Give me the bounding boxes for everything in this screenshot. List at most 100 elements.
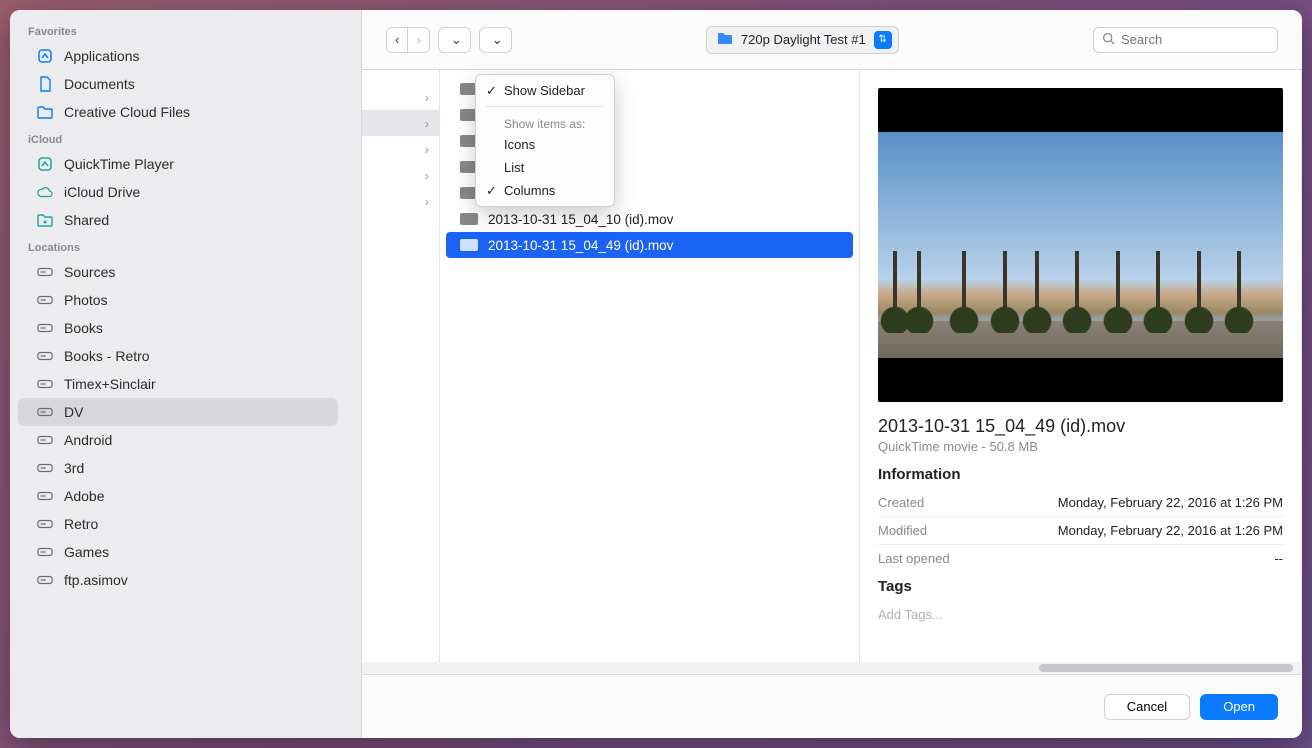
info-value: Monday, February 22, 2016 at 1:26 PM: [1058, 523, 1283, 538]
parent-folder-row[interactable]: ›: [362, 84, 439, 110]
search-field[interactable]: [1093, 27, 1278, 53]
sidebar-item[interactable]: Creative Cloud Files: [18, 98, 338, 126]
sidebar-item[interactable]: Adobe: [18, 482, 338, 510]
parent-folder-column[interactable]: › › › › ›: [362, 70, 440, 674]
parent-folder-row[interactable]: ›: [362, 188, 439, 214]
shared-icon: [36, 212, 54, 228]
sidebar-heading-icloud: iCloud: [10, 126, 346, 150]
sidebar-item-label: Timex+Sinclair: [64, 376, 156, 392]
sidebar-item[interactable]: Retro: [18, 510, 338, 538]
info-key: Modified: [878, 523, 927, 538]
file-name: 2013-10-31 15_04_49 (id).mov: [488, 238, 673, 253]
parent-folder-row[interactable]: ›: [362, 110, 439, 136]
menu-separator: [486, 106, 604, 107]
folder-icon: [717, 32, 733, 47]
forward-button[interactable]: ›: [407, 28, 428, 52]
sidebar-item-label: Sources: [64, 264, 115, 280]
video-thumb-icon: [460, 239, 478, 251]
drive-icon: [36, 460, 54, 476]
menu-icons[interactable]: Icons: [476, 133, 614, 156]
sidebar-item-label: Photos: [64, 292, 108, 308]
chevron-down-icon: ⌄: [451, 32, 462, 48]
preview-subtitle: QuickTime movie - 50.8 MB: [878, 439, 1283, 454]
search-input[interactable]: [1121, 32, 1269, 47]
sidebar-item-label: 3rd: [64, 460, 84, 476]
sidebar-item[interactable]: Photos: [18, 286, 338, 314]
view-mode-button[interactable]: ⌄: [438, 27, 471, 53]
info-value: Monday, February 22, 2016 at 1:26 PM: [1058, 495, 1283, 510]
chevron-left-icon: ‹: [395, 32, 399, 47]
menu-heading: Show items as:: [476, 111, 614, 133]
sidebar-item[interactable]: Applications: [18, 42, 338, 70]
dialog-footer: Cancel Open: [362, 674, 1302, 738]
sidebar-item-label: Applications: [64, 48, 140, 64]
info-key: Last opened: [878, 551, 950, 566]
parent-folder-row[interactable]: ›: [362, 136, 439, 162]
horizontal-scrollbar[interactable]: [362, 662, 1302, 674]
chevron-right-icon: ›: [425, 116, 429, 131]
drive-icon: [36, 348, 54, 364]
columns-view-icon: ⌄: [439, 28, 470, 52]
sidebar-item-label: Adobe: [64, 488, 104, 504]
open-dialog-window: Favorites Applications Documents Creative …: [10, 10, 1302, 738]
menu-show-sidebar[interactable]: Show Sidebar: [476, 79, 614, 102]
view-options-menu: Show Sidebar Show items as: Icons List C…: [475, 74, 615, 207]
info-row: CreatedMonday, February 22, 2016 at 1:26…: [878, 489, 1283, 517]
sidebar-item[interactable]: ftp.asimov: [18, 566, 338, 594]
chevron-right-icon: ›: [425, 194, 429, 209]
info-row: Modified Monday, February 22, 2016 at 1:2…: [878, 517, 1283, 545]
sidebar-item[interactable]: Sources: [18, 258, 338, 286]
sidebar-item-label: Documents: [64, 76, 135, 92]
location-popup[interactable]: 720p Daylight Test #1 ⇅: [706, 26, 899, 54]
sidebar-heading-locations: Locations: [10, 234, 346, 258]
menu-columns[interactable]: Columns: [476, 179, 614, 202]
drive-icon: [36, 376, 54, 392]
sidebar-item[interactable]: Books: [18, 314, 338, 342]
sidebar-item-label: DV: [64, 404, 83, 420]
sidebar-item-label: iCloud Drive: [64, 184, 140, 200]
parent-folder-row[interactable]: ›: [362, 162, 439, 188]
sidebar-heading-favorites: Favorites: [10, 18, 346, 42]
back-button[interactable]: ‹: [387, 28, 407, 52]
nav-back-forward: ‹ ›: [386, 27, 430, 53]
drive-icon: [36, 404, 54, 420]
sidebar-item-label: QuickTime Player: [64, 156, 174, 172]
file-row[interactable]: 2013-10-31 15_04_49 (id).mov: [446, 232, 853, 258]
sidebar-item[interactable]: Android: [18, 426, 338, 454]
chevron-right-icon: ›: [416, 32, 420, 47]
sidebar-item[interactable]: 3rd: [18, 454, 338, 482]
cloud-icon: [36, 184, 54, 200]
info-row: Last opened --: [878, 545, 1283, 572]
sidebar-item[interactable]: Books - Retro: [18, 342, 338, 370]
scrollbar-thumb[interactable]: [1039, 664, 1293, 672]
sidebar-item-label: Creative Cloud Files: [64, 104, 190, 120]
group-button[interactable]: ⌄: [479, 27, 512, 53]
sidebar-item[interactable]: DV: [18, 398, 338, 426]
location-label: 720p Daylight Test #1: [741, 32, 866, 47]
toolbar: ‹ › ⌄ ⌄ 720p Daylight Test #1: [362, 10, 1302, 70]
chevron-right-icon: ›: [425, 168, 429, 183]
sidebar-item[interactable]: Documents: [18, 70, 338, 98]
sidebar-item-label: ftp.asimov: [64, 572, 128, 588]
app-icon: [36, 48, 54, 64]
video-thumb-icon: [460, 213, 478, 225]
info-value: --: [1274, 551, 1283, 566]
menu-list[interactable]: List: [476, 156, 614, 179]
sidebar-item[interactable]: Games: [18, 538, 338, 566]
sidebar-item[interactable]: Timex+Sinclair: [18, 370, 338, 398]
file-name: 2013-10-31 15_04_10 (id).mov: [488, 212, 673, 227]
chevron-down-icon: ⌄: [491, 32, 502, 48]
tags-input-placeholder[interactable]: Add Tags...: [878, 601, 1283, 622]
sidebar-item-label: Shared: [64, 212, 109, 228]
file-row[interactable]: 2013-10-31 15_04_10 (id).mov: [446, 206, 853, 232]
cancel-button[interactable]: Cancel: [1104, 694, 1190, 720]
sidebar-item[interactable]: Shared: [18, 206, 338, 234]
folder-icon: [36, 104, 54, 120]
sidebar-item-label: Games: [64, 544, 109, 560]
drive-icon: [36, 432, 54, 448]
preview-column: 2013-10-31 15_04_49 (id).mov QuickTime m…: [860, 70, 1302, 674]
sidebar-item[interactable]: iCloud Drive: [18, 178, 338, 206]
doc-icon: [36, 76, 54, 92]
sidebar-item[interactable]: QuickTime Player: [18, 150, 338, 178]
open-button[interactable]: Open: [1200, 694, 1278, 720]
